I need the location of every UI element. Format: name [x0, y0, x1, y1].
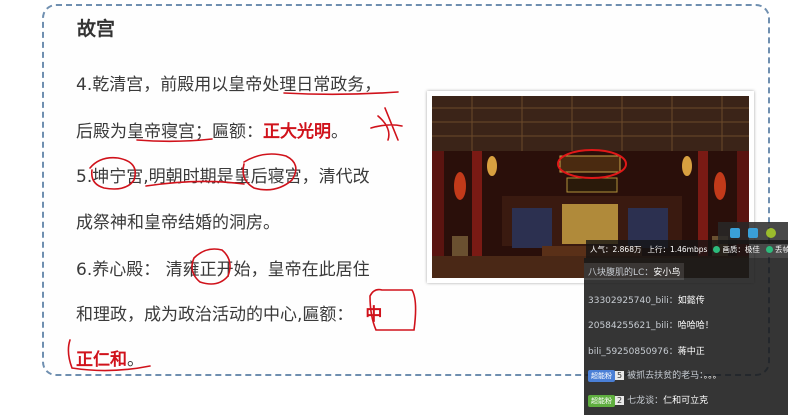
text-line-2: 后殿为皇帝寝宫；匾额：正大光明。	[76, 122, 348, 142]
frame-loss-stat: 丢帧：0.0%	[765, 244, 788, 255]
chat-message: 20584255621_bili：哈哈哈！	[588, 321, 714, 331]
text-line-6: 和理政，成为政治活动的中心,匾额：中	[76, 305, 383, 325]
layout-icon[interactable]	[748, 228, 758, 238]
live-stats-bar: 人气：2.868万 上行：1.46mbps 画质：极佳 丢帧：0.0%	[586, 240, 788, 258]
fan-level: 5	[615, 371, 625, 380]
camera-icon[interactable]	[730, 228, 740, 238]
chat-message: 八块腹肌的LC：安小鸟	[584, 263, 685, 280]
fan-badge: 超能粉	[588, 394, 615, 407]
live-chat-panel: 八块腹肌的LC：安小鸟 33302925740_bili：如懿传 2058425…	[584, 258, 788, 415]
chat-message: bili_59250850976：蒋中正	[588, 347, 705, 357]
status-dot-icon	[765, 246, 773, 253]
text-line-3: 5.坤宁宫,明朝时期是皇后寝宫，清代改	[76, 167, 370, 187]
settings-icon[interactable]	[766, 228, 776, 238]
chat-message: 超能粉 5 被抓去扶贫的老马：。。。	[588, 368, 722, 382]
fan-badge: 超能粉	[588, 369, 615, 382]
chat-message: 33302925740_bili：如懿传	[588, 296, 705, 306]
text-line-5: 6.养心殿： 清雍正开始，皇帝在此居住	[76, 260, 370, 280]
fan-level: 2	[615, 396, 625, 405]
popularity-stat: 人气：2.868万	[590, 244, 642, 254]
upload-stat: 上行：1.46mbps	[647, 244, 708, 254]
text-line-4: 成祭神和皇帝结婚的洞房。	[76, 213, 280, 233]
text-line-7: 正仁和。	[76, 350, 144, 370]
quality-stat: 画质：极佳	[713, 244, 760, 255]
text-line-1: 4.乾清宫，前殿用以皇帝处理日常政务，	[76, 75, 382, 95]
status-dot-icon	[713, 246, 721, 253]
chat-message: 超能粉 2 七龙谈：仁和可立克	[588, 393, 708, 407]
slide-title: 故宫	[77, 18, 116, 40]
